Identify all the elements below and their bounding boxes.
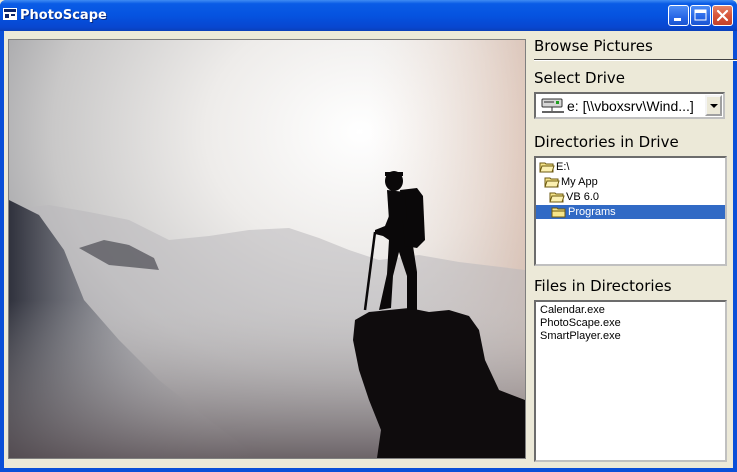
- directories-label: Directories in Drive: [534, 133, 679, 151]
- window-frame-bottom: [0, 468, 737, 472]
- directory-item-label: E:\: [556, 161, 570, 173]
- maximize-button[interactable]: [690, 5, 711, 26]
- client-area: Browse Pictures Select Drive e: [\\vboxs…: [4, 31, 737, 468]
- network-drive-icon: [541, 98, 564, 113]
- open-folder-icon: [539, 162, 555, 173]
- directory-item-label: Programs: [568, 206, 616, 218]
- minimize-button[interactable]: [668, 5, 689, 26]
- file-list[interactable]: Calendar.exe PhotoScape.exe SmartPlayer.…: [534, 300, 727, 462]
- directory-item[interactable]: VB 6.0: [549, 190, 724, 204]
- title-bar[interactable]: PhotoScape: [0, 0, 737, 31]
- chevron-down-icon: [710, 104, 718, 108]
- maximize-icon: [694, 9, 707, 21]
- close-button[interactable]: [712, 5, 733, 26]
- hiker-on-cliff-photo: [9, 40, 525, 458]
- heading-divider: [534, 59, 737, 61]
- file-item[interactable]: SmartPlayer.exe: [540, 330, 621, 343]
- open-folder-icon: [549, 192, 565, 203]
- directory-item-selected[interactable]: Programs: [536, 205, 725, 219]
- drive-select-value: e: [\\vboxsrv\Wind...]: [567, 98, 694, 114]
- drive-dropdown-button[interactable]: [705, 95, 722, 116]
- picture-preview: [8, 39, 526, 459]
- open-folder-icon: [544, 177, 560, 188]
- window-title: PhotoScape: [20, 8, 107, 23]
- directory-item-label: My App: [561, 176, 598, 188]
- select-drive-label: Select Drive: [534, 69, 626, 87]
- photoscape-app-icon: [3, 8, 17, 20]
- close-icon: [716, 9, 729, 22]
- directory-list[interactable]: E:\ My App VB 6.0 Programs: [534, 156, 727, 266]
- file-item[interactable]: PhotoScape.exe: [540, 317, 621, 330]
- file-item[interactable]: Calendar.exe: [540, 304, 605, 317]
- directory-item-label: VB 6.0: [566, 191, 600, 203]
- minimize-icon: [674, 18, 681, 21]
- app-window: PhotoScape Browse Pictures Select Drive …: [0, 0, 737, 472]
- files-label: Files in Directories: [534, 277, 672, 295]
- browse-pictures-heading: Browse Pictures: [534, 37, 653, 55]
- directory-item[interactable]: E:\: [539, 160, 724, 174]
- directory-item[interactable]: My App: [544, 175, 724, 189]
- drive-select[interactable]: e: [\\vboxsrv\Wind...]: [534, 92, 725, 119]
- folder-icon: [551, 207, 566, 218]
